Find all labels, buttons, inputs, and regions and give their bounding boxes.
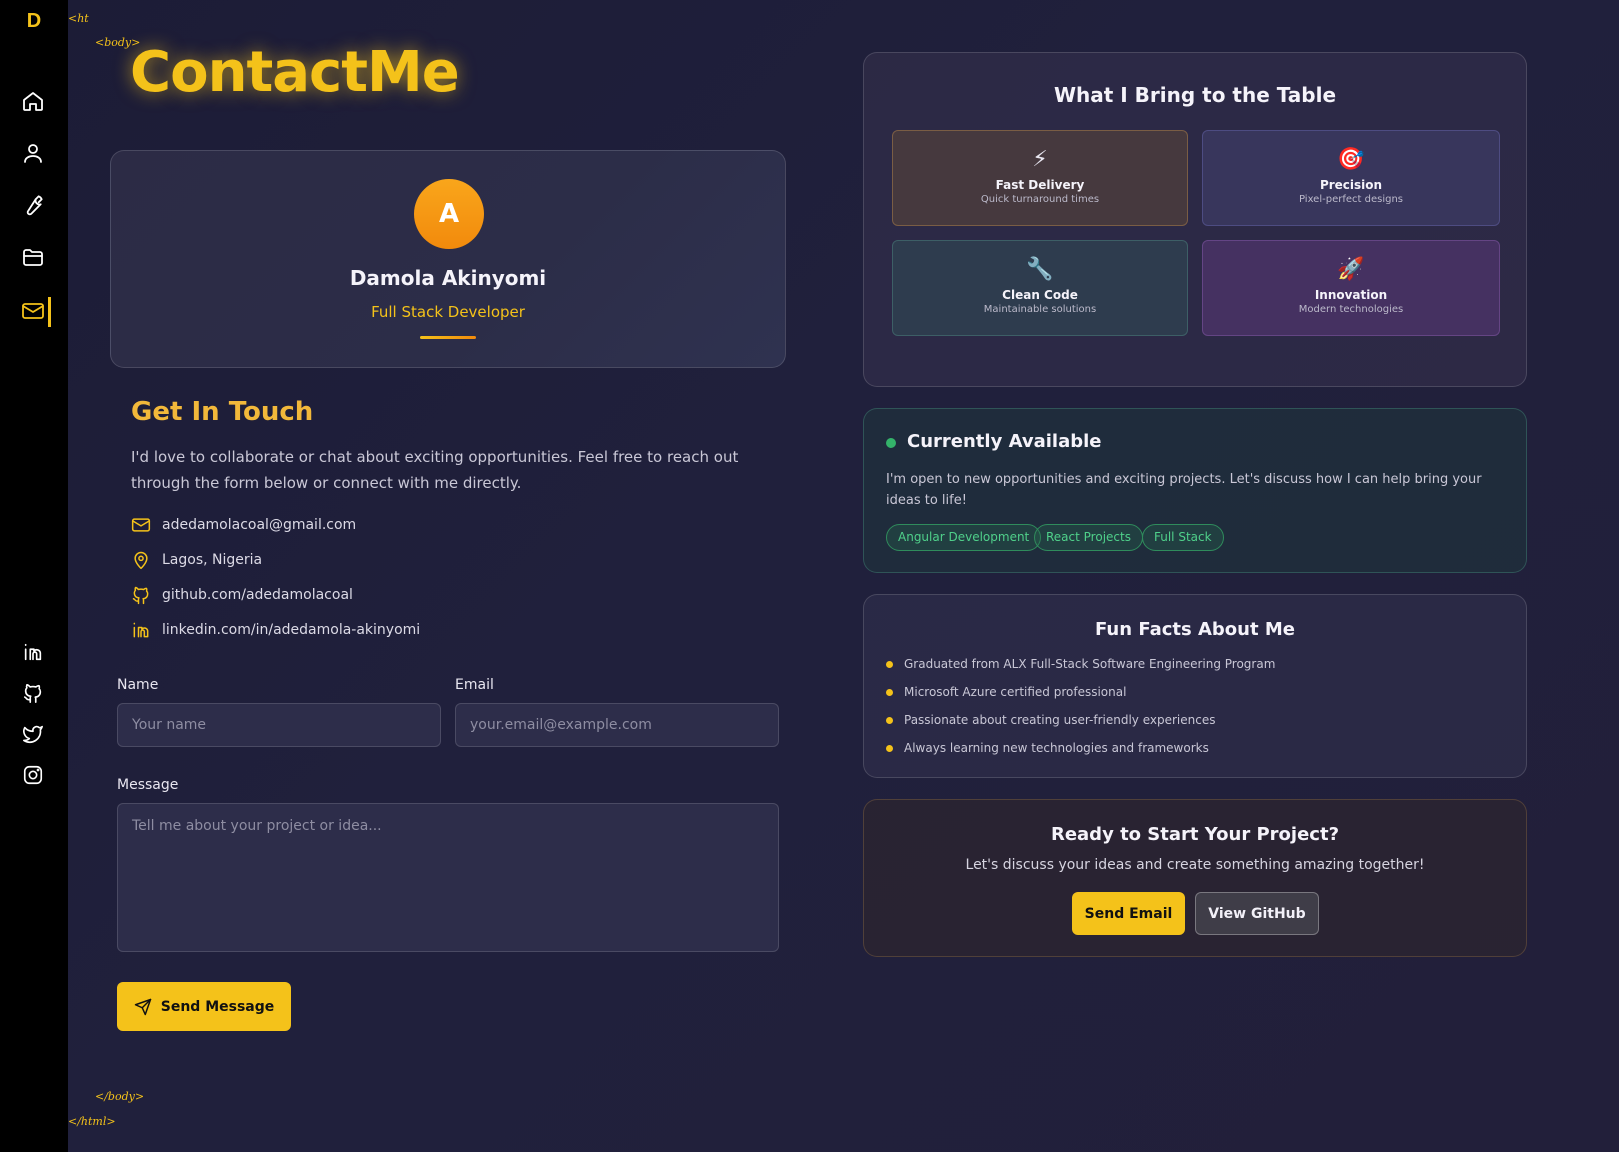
list-item: Always learning new technologies and fra… [886, 741, 1209, 755]
avatar: A [414, 179, 484, 249]
bring-card: What I Bring to the Table ⚡ Fast Deliver… [863, 52, 1527, 387]
contact-email[interactable]: adedamolacoal@gmail.com [131, 514, 356, 536]
fact-text: Microsoft Azure certified professional [904, 685, 1127, 699]
profile-card: A Damola Akinyomi Full Stack Developer [110, 150, 786, 368]
bullet [886, 716, 893, 724]
home-icon[interactable] [21, 89, 45, 113]
contact-location-text: Lagos, Nigeria [162, 552, 263, 568]
fact-text: Graduated from ALX Full-Stack Software E… [904, 657, 1276, 671]
page-title: ContactMe [130, 40, 460, 105]
send-message-label: Send Message [160, 998, 275, 1015]
name-field[interactable] [117, 703, 441, 747]
send-message-button[interactable]: Send Message [117, 982, 291, 1031]
profile-name: Damola Akinyomi [349, 266, 547, 290]
email-label: Email [455, 677, 494, 693]
bullet [886, 744, 893, 752]
availability-text: I'm open to new opportunities and exciti… [886, 472, 1482, 508]
feature-fast-delivery: ⚡ Fast Delivery Quick turnaround times [892, 130, 1188, 226]
body-close-tag: </body> [95, 1090, 145, 1103]
map-pin-icon [134, 551, 148, 570]
twitter-icon[interactable] [22, 723, 44, 745]
message-label: Message [117, 777, 179, 793]
status-dot [886, 438, 896, 448]
message-field[interactable] [117, 803, 779, 952]
feature-subtitle: Modern technologies [1298, 304, 1404, 315]
active-indicator [48, 297, 51, 327]
cta-heading: Ready to Start Your Project? [1050, 824, 1340, 845]
list-item: Microsoft Azure certified professional [886, 685, 1126, 699]
fact-text: Passionate about creating user-friendly … [904, 713, 1216, 727]
mail-icon [131, 518, 151, 532]
linkedin-icon[interactable] [22, 641, 44, 663]
contact-linkedin-text: linkedin.com/in/adedamola-akinyomi [162, 622, 421, 638]
fun-facts-card: Fun Facts About Me Graduated from ALX Fu… [863, 594, 1527, 778]
availability-heading: Currently Available [907, 431, 1102, 452]
contact-github-text: github.com/adedamolacoal [162, 587, 353, 603]
wrench-icon[interactable] [21, 193, 45, 217]
availability-card: Currently Available I'm open to new oppo… [863, 408, 1527, 573]
view-github-button[interactable]: View GitHub [1195, 892, 1319, 935]
html-close-tag: </html> [68, 1115, 116, 1128]
bullet [886, 688, 893, 696]
github-icon[interactable] [22, 682, 44, 704]
linkedin-icon [133, 622, 149, 638]
feature-innovation: 🚀 Innovation Modern technologies [1202, 240, 1500, 336]
get-in-touch-heading: Get In Touch [131, 397, 314, 427]
target-icon: 🎯 [1337, 147, 1365, 172]
cta-card: Ready to Start Your Project? Let's discu… [863, 799, 1527, 957]
feature-subtitle: Maintainable solutions [983, 304, 1097, 315]
skill-tag: React Projects [1034, 524, 1143, 551]
feature-precision: 🎯 Precision Pixel-perfect designs [1202, 130, 1500, 226]
fun-facts-heading: Fun Facts About Me [1095, 619, 1295, 640]
instagram-icon[interactable] [22, 764, 44, 786]
html-open-tag: <ht [68, 12, 89, 25]
folder-icon[interactable] [21, 245, 45, 269]
get-in-touch-text: I'd love to collaborate or chat about ex… [131, 448, 739, 492]
rocket-icon: 🚀 [1337, 257, 1365, 282]
bullet [886, 660, 893, 668]
list-item: Passionate about creating user-friendly … [886, 713, 1215, 727]
fact-text: Always learning new technologies and fra… [904, 741, 1209, 755]
email-field[interactable] [455, 703, 779, 747]
contact-linkedin[interactable]: linkedin.com/in/adedamola-akinyomi [131, 619, 420, 641]
list-item: Graduated from ALX Full-Stack Software E… [886, 657, 1275, 671]
feature-title: Precision [1319, 178, 1383, 192]
github-icon [132, 586, 149, 605]
logo[interactable]: D [0, 10, 68, 33]
name-label: Name [117, 677, 159, 693]
feature-title: Innovation [1314, 288, 1388, 302]
feature-subtitle: Pixel-perfect designs [1298, 194, 1403, 205]
contact-github[interactable]: github.com/adedamolacoal [131, 584, 353, 606]
bring-heading: What I Bring to the Table [1053, 83, 1337, 107]
wrench-icon: 🔧 [1026, 257, 1054, 282]
user-icon[interactable] [21, 141, 45, 165]
send-email-button[interactable]: Send Email [1072, 892, 1185, 935]
feature-title: Clean Code [1002, 288, 1078, 302]
send-icon [134, 998, 151, 1015]
feature-clean-code: 🔧 Clean Code Maintainable solutions [892, 240, 1188, 336]
skill-tag: Angular Development [886, 524, 1042, 551]
sidebar: D [0, 0, 68, 1152]
feature-title: Fast Delivery [995, 178, 1085, 192]
profile-divider [420, 336, 476, 339]
cta-text: Let's discuss your ideas and create some… [965, 857, 1425, 873]
mail-icon[interactable] [21, 299, 45, 323]
lightning-icon: ⚡ [1032, 147, 1048, 172]
contact-email-text: adedamolacoal@gmail.com [162, 517, 357, 533]
feature-subtitle: Quick turnaround times [980, 194, 1100, 205]
skill-tag: Full Stack [1142, 524, 1224, 551]
contact-location: Lagos, Nigeria [131, 549, 262, 571]
profile-role: Full Stack Developer [371, 303, 525, 321]
